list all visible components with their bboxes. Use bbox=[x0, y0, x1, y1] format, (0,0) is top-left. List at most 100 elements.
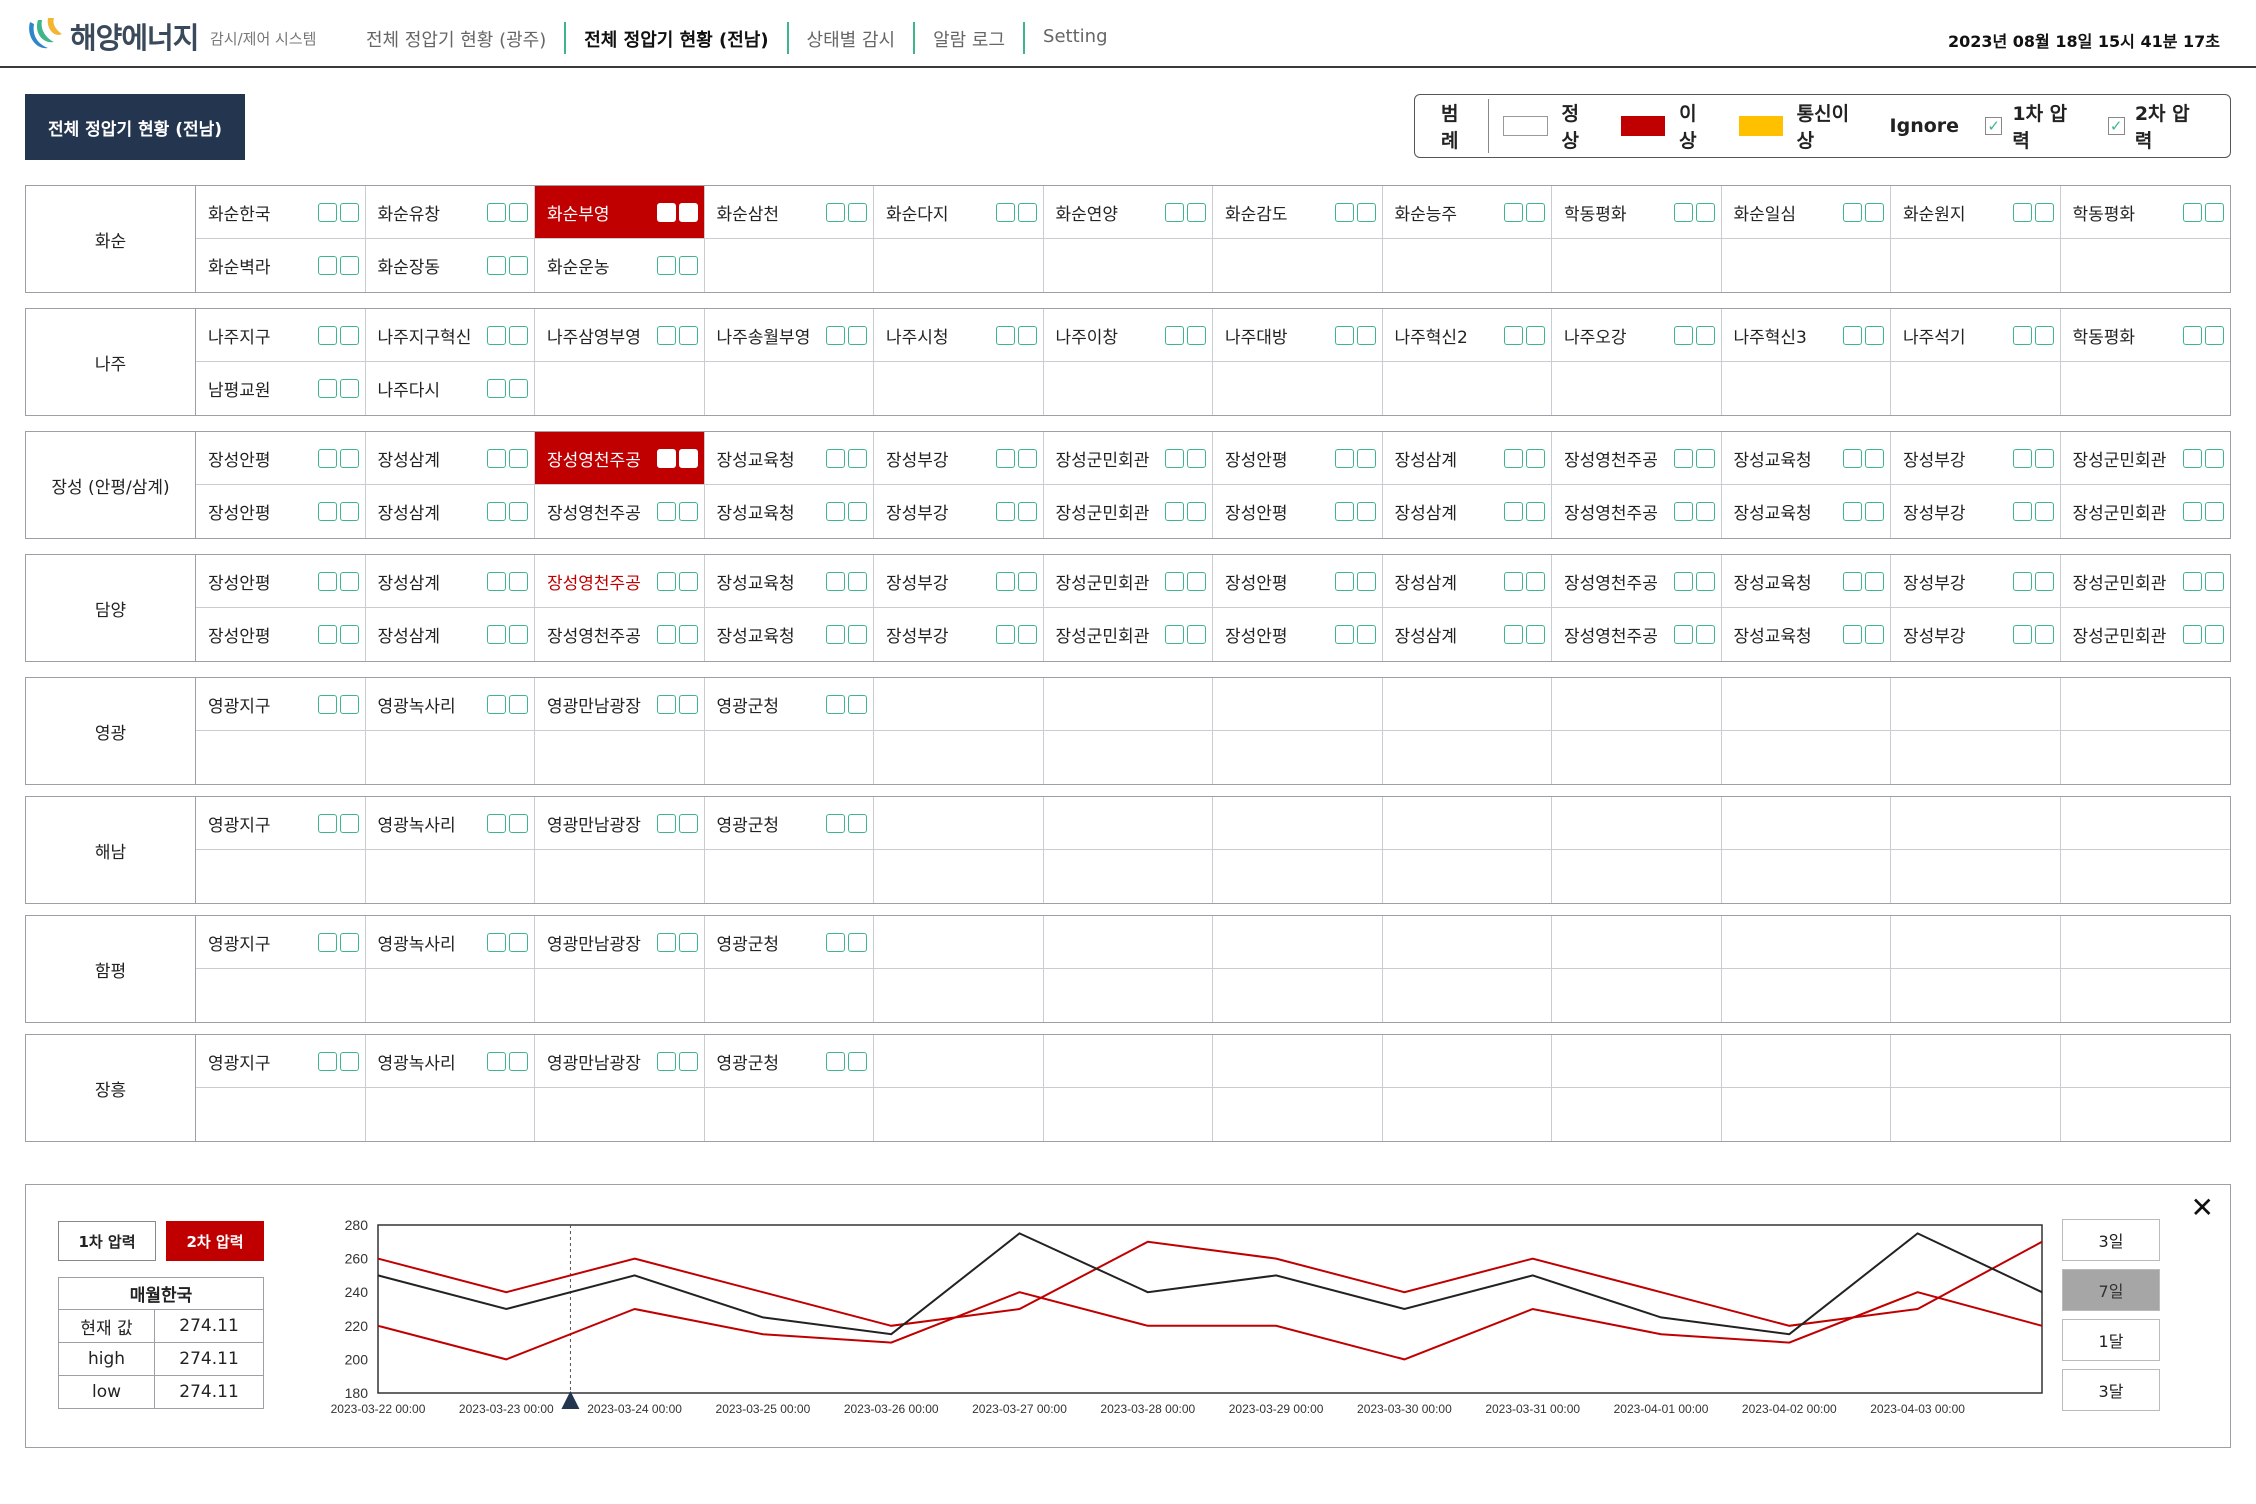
station-cell[interactable]: 장성교육청 bbox=[1721, 555, 1891, 608]
nav-gwangju-overview[interactable]: 전체 정압기 현황 (광주) bbox=[348, 22, 567, 54]
station-cell[interactable]: 장성영천주공 bbox=[535, 432, 705, 485]
primary-pressure-checkbox[interactable]: ✓ bbox=[1985, 117, 2003, 135]
station-cell[interactable]: 화순능주 bbox=[1382, 186, 1552, 239]
station-cell[interactable]: 장성교육청 bbox=[1721, 432, 1891, 485]
station-cell[interactable]: 장성부강 bbox=[874, 608, 1044, 661]
station-cell[interactable]: 영광군청 bbox=[704, 797, 874, 850]
station-cell[interactable]: 장성영천주공 bbox=[1552, 608, 1722, 661]
station-cell[interactable]: 장성군민회관 bbox=[1044, 485, 1213, 538]
station-cell[interactable]: 학동평화 bbox=[2060, 309, 2230, 362]
station-cell[interactable]: 영광녹사리 bbox=[365, 797, 535, 850]
station-cell[interactable]: 장성군민회관 bbox=[1043, 555, 1213, 608]
station-cell[interactable]: 영광지구 bbox=[196, 797, 366, 850]
station-cell[interactable]: 영광녹사리 bbox=[365, 916, 535, 969]
station-cell[interactable]: 장성교육청 bbox=[705, 608, 874, 661]
secondary-pressure-button[interactable]: 2차 압력 bbox=[166, 1221, 264, 1261]
station-cell[interactable]: 장성영천주공 bbox=[535, 608, 705, 661]
station-cell[interactable]: 장성부강 bbox=[874, 485, 1044, 538]
station-cell[interactable]: 화순부영 bbox=[535, 186, 705, 239]
station-cell[interactable]: 장성삼계 bbox=[1382, 432, 1552, 485]
station-cell[interactable]: 장성교육청 bbox=[705, 485, 874, 538]
station-cell[interactable]: 영광군청 bbox=[704, 916, 874, 969]
station-cell[interactable]: 장성안평 bbox=[1213, 432, 1383, 485]
station-cell[interactable]: 장성영천주공 bbox=[1552, 555, 1722, 608]
station-cell[interactable]: 화순장동 bbox=[366, 239, 535, 292]
station-cell[interactable]: 나주시청 bbox=[874, 309, 1044, 362]
station-cell[interactable]: 장성안평 bbox=[196, 555, 366, 608]
station-cell[interactable]: 화순유창 bbox=[365, 186, 535, 239]
station-cell[interactable]: 영광군청 bbox=[704, 1035, 874, 1088]
station-cell[interactable]: 장성군민회관 bbox=[2060, 555, 2230, 608]
station-cell[interactable]: 영광지구 bbox=[196, 678, 366, 731]
primary-pressure-button[interactable]: 1차 압력 bbox=[58, 1221, 156, 1261]
station-cell[interactable]: 장성안평 bbox=[1213, 608, 1383, 661]
close-panel-button[interactable]: ✕ bbox=[2191, 1191, 2214, 1224]
station-cell[interactable]: 나주지구혁신 bbox=[365, 309, 535, 362]
station-cell[interactable]: 장성안평 bbox=[196, 432, 366, 485]
station-cell[interactable]: 장성군민회관 bbox=[1043, 432, 1213, 485]
secondary-pressure-checkbox[interactable]: ✓ bbox=[2107, 117, 2125, 135]
station-cell[interactable]: 영광만남광장 bbox=[535, 916, 705, 969]
station-cell[interactable]: 장성부강 bbox=[1891, 555, 2061, 608]
station-cell[interactable]: 장성삼계 bbox=[1383, 485, 1552, 538]
station-cell[interactable]: 영광만남광장 bbox=[535, 678, 705, 731]
station-cell[interactable]: 나주이창 bbox=[1043, 309, 1213, 362]
station-cell[interactable]: 장성교육청 bbox=[704, 432, 874, 485]
station-cell[interactable]: 장성삼계 bbox=[366, 608, 535, 661]
station-cell[interactable]: 장성부강 bbox=[1891, 608, 2061, 661]
station-cell[interactable]: 나주다시 bbox=[366, 362, 535, 415]
nav-status-monitor[interactable]: 상태별 감시 bbox=[789, 22, 916, 54]
station-cell[interactable]: 영광녹사리 bbox=[365, 678, 535, 731]
station-cell[interactable]: 장성삼계 bbox=[1382, 555, 1552, 608]
station-cell[interactable]: 화순삼천 bbox=[704, 186, 874, 239]
station-cell[interactable]: 학동평화 bbox=[1552, 186, 1722, 239]
station-cell[interactable]: 영광지구 bbox=[196, 916, 366, 969]
station-cell[interactable]: 장성군민회관 bbox=[2061, 608, 2231, 661]
station-cell[interactable]: 화순다지 bbox=[874, 186, 1044, 239]
station-cell[interactable]: 장성부강 bbox=[874, 555, 1044, 608]
range-3month-button[interactable]: 3달 bbox=[2062, 1369, 2160, 1411]
station-cell[interactable]: 장성영천주공 bbox=[535, 485, 705, 538]
station-cell[interactable]: 화순한국 bbox=[196, 186, 366, 239]
station-cell[interactable]: 화순일심 bbox=[1721, 186, 1891, 239]
station-cell[interactable]: 장성영천주공 bbox=[1552, 432, 1722, 485]
station-cell[interactable]: 장성교육청 bbox=[704, 555, 874, 608]
station-cell[interactable]: 나주지구 bbox=[196, 309, 366, 362]
station-cell[interactable]: 영광지구 bbox=[196, 1035, 366, 1088]
station-cell[interactable]: 장성영천주공 bbox=[1552, 485, 1722, 538]
station-cell[interactable]: 남평교원 bbox=[196, 362, 366, 415]
station-cell[interactable]: 학동평화 bbox=[2060, 186, 2230, 239]
station-cell[interactable]: 화순운농 bbox=[535, 239, 705, 292]
station-cell[interactable]: 장성삼계 bbox=[366, 485, 535, 538]
station-cell[interactable]: 화순연양 bbox=[1043, 186, 1213, 239]
nav-jeonnam-overview[interactable]: 전체 정압기 현황 (전남) bbox=[566, 22, 789, 54]
station-cell[interactable]: 영광만남광장 bbox=[535, 797, 705, 850]
station-cell[interactable]: 장성영천주공 bbox=[535, 555, 705, 608]
station-cell[interactable]: 영광군청 bbox=[704, 678, 874, 731]
range-7day-button[interactable]: 7일 bbox=[2062, 1269, 2160, 1311]
station-cell[interactable]: 나주대방 bbox=[1213, 309, 1383, 362]
station-cell[interactable]: 장성안평 bbox=[1213, 555, 1383, 608]
station-cell[interactable]: 화순감도 bbox=[1213, 186, 1383, 239]
station-cell[interactable]: 장성부강 bbox=[1891, 432, 2061, 485]
station-cell[interactable]: 장성군민회관 bbox=[2061, 485, 2231, 538]
station-cell[interactable]: 장성군민회관 bbox=[2060, 432, 2230, 485]
nav-setting[interactable]: Setting bbox=[1025, 22, 1125, 54]
station-cell[interactable]: 장성교육청 bbox=[1722, 485, 1891, 538]
nav-alarm-log[interactable]: 알람 로그 bbox=[915, 22, 1026, 54]
station-cell[interactable]: 장성삼계 bbox=[365, 432, 535, 485]
station-cell[interactable]: 나주오강 bbox=[1552, 309, 1722, 362]
station-cell[interactable]: 장성안평 bbox=[196, 485, 366, 538]
station-cell[interactable]: 화순원지 bbox=[1891, 186, 2061, 239]
station-cell[interactable]: 나주삼영부영 bbox=[535, 309, 705, 362]
station-cell[interactable]: 장성군민회관 bbox=[1044, 608, 1213, 661]
range-1month-button[interactable]: 1달 bbox=[2062, 1319, 2160, 1361]
station-cell[interactable]: 장성삼계 bbox=[365, 555, 535, 608]
station-cell[interactable]: 나주송월부영 bbox=[704, 309, 874, 362]
station-cell[interactable]: 화순벽라 bbox=[196, 239, 366, 292]
station-cell[interactable]: 장성교육청 bbox=[1722, 608, 1891, 661]
station-cell[interactable]: 나주혁신3 bbox=[1721, 309, 1891, 362]
station-cell[interactable]: 장성안평 bbox=[1213, 485, 1383, 538]
station-cell[interactable]: 영광만남광장 bbox=[535, 1035, 705, 1088]
station-cell[interactable]: 장성삼계 bbox=[1383, 608, 1552, 661]
